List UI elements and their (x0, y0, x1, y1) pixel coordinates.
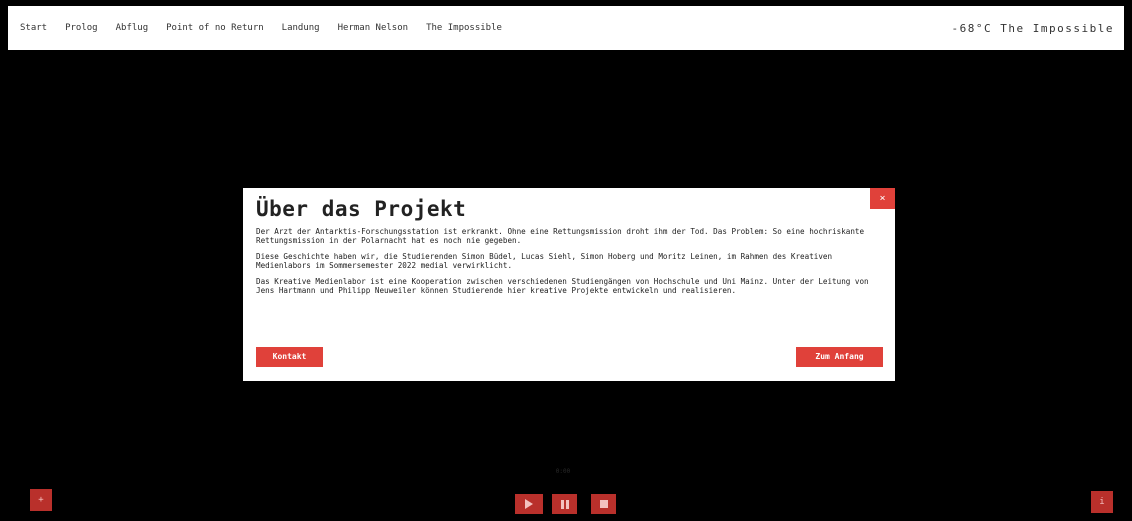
dialog-paragraph-1: Der Arzt der Antarktis-Forschungsstation… (256, 227, 865, 245)
stop-icon (599, 500, 608, 508)
playback-timer: 0:00 (555, 468, 571, 475)
info-button[interactable]: i (1091, 491, 1113, 513)
nav-link-abflug[interactable]: Abflug (116, 23, 149, 33)
close-button[interactable]: × (870, 188, 895, 209)
nav-link-the-impossible[interactable]: The Impossible (426, 23, 502, 33)
kontakt-button[interactable]: Kontakt (256, 347, 323, 367)
pause-icon (560, 499, 569, 509)
play-icon (525, 499, 533, 509)
dialog-title: Über das Projekt (256, 197, 467, 221)
about-dialog: × Über das Projekt Der Arzt der Antarkti… (243, 188, 895, 381)
nav-link-point-of-no-return[interactable]: Point of no Return (166, 23, 264, 33)
nav-links: Start Prolog Abflug Point of no Return L… (20, 23, 520, 33)
pause-button[interactable] (552, 494, 577, 514)
nav-link-herman-nelson[interactable]: Herman Nelson (338, 23, 408, 33)
play-button[interactable] (515, 494, 543, 514)
stop-button[interactable] (591, 494, 616, 514)
site-brand[interactable]: -68°C The Impossible (952, 22, 1114, 35)
zum-anfang-button[interactable]: Zum Anfang (796, 347, 883, 367)
plus-button[interactable]: + (30, 489, 52, 511)
nav-link-landung[interactable]: Landung (282, 23, 320, 33)
page: Start Prolog Abflug Point of no Return L… (0, 0, 1132, 521)
top-navigation-bar: Start Prolog Abflug Point of no Return L… (8, 6, 1124, 50)
dialog-paragraph-3: Das Kreative Medienlabor ist eine Kooper… (256, 277, 869, 295)
nav-link-start[interactable]: Start (20, 23, 47, 33)
dialog-paragraph-2: Diese Geschichte haben wir, die Studiere… (256, 252, 833, 270)
nav-link-prolog[interactable]: Prolog (65, 23, 98, 33)
